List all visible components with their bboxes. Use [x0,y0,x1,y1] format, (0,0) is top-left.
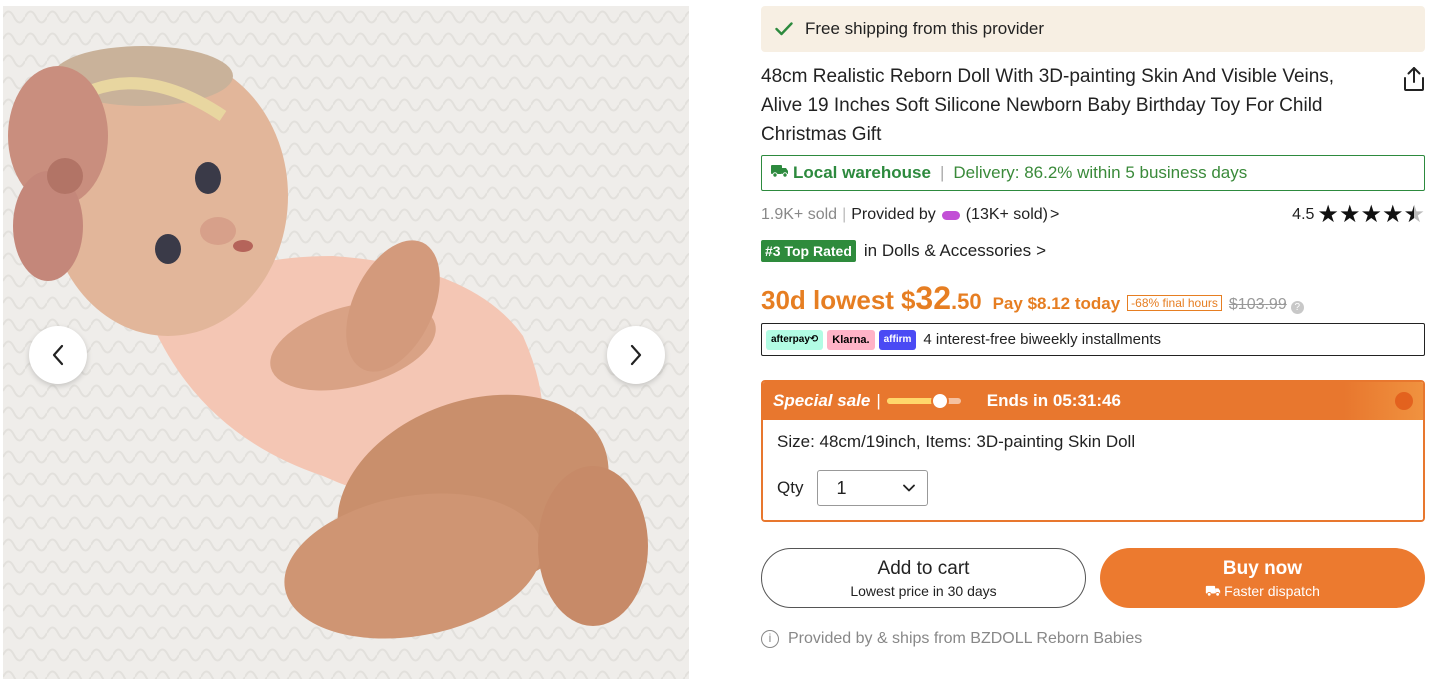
sale-decoration-icon [1395,392,1413,410]
quantity-row: Qty 1 [777,470,1409,506]
seller-logo[interactable] [941,210,960,220]
product-photo [3,6,689,679]
rating[interactable]: 4.5 ★ ★ ★ ★ ★ [1292,201,1425,228]
afterpay-logo: afterpay⟲ [766,329,824,350]
lowest-price-label: 30d lowest [761,285,894,315]
divider: | [939,163,945,182]
next-image-button[interactable] [607,326,665,384]
category-rank[interactable]: #3 Top Rated in Dolls & Accessories > [761,240,1425,262]
product-image-gallery[interactable] [3,6,689,679]
price-cents: .50 [951,289,982,314]
clock-icon [931,392,950,410]
buy-now-button[interactable]: Buy now Faster dispatch [1100,548,1425,608]
sale-options: Size: 48cm/19inch, Items: 3D-painting Sk… [763,420,1423,520]
check-icon [775,22,793,36]
pay-today: Pay $8.12 today [992,294,1121,313]
add-to-cart-button[interactable]: Add to cart Lowest price in 30 days [761,548,1086,608]
installments-text: 4 interest-free biweekly installments [923,331,1161,348]
discount-badge: -68% final hours [1127,295,1222,311]
rating-stars: ★ ★ ★ ★ ★ [1317,201,1425,228]
seller-sold-count[interactable]: (13K+ sold) [966,206,1048,224]
top-rated-badge: #3 Top Rated [761,240,856,262]
affirm-logo: affirm [878,329,917,350]
sales-meta-row: 1.9K+ sold | Provided by (13K+ sold) > 4… [761,201,1425,228]
add-to-cart-label: Add to cart [877,557,970,579]
delivery-estimate: Delivery: 86.2% within 5 business days [953,163,1248,182]
add-to-cart-sublabel: Lowest price in 30 days [850,582,997,599]
special-sale-box: Special sale | Ends in 05:31:46 Size: 48… [761,380,1425,522]
divider: | [876,391,881,410]
special-sale-header: Special sale | Ends in 05:31:46 [763,382,1423,420]
free-shipping-text: Free shipping from this provider [805,19,1045,38]
buy-now-sublabel-row: Faster dispatch [1205,583,1320,599]
rating-value: 4.5 [1292,206,1315,223]
truck-icon [1205,585,1221,597]
buy-now-label: Buy now [1222,557,1303,579]
seller-chevron-icon[interactable]: > [1050,206,1059,224]
sale-progress-bar [886,392,961,410]
chevron-left-icon [52,344,64,366]
provided-by-label: Provided by [851,206,936,223]
price-currency: $ [900,285,916,315]
qty-label: Qty [777,478,804,497]
original-price: $103.99 [1228,296,1287,313]
free-shipping-banner: Free shipping from this provider [761,6,1425,52]
product-info-panel: Free shipping from this provider 48cm Re… [761,6,1425,648]
star-icon: ★ [1338,201,1361,228]
product-title: 48cm Realistic Reborn Doll With 3D-paint… [761,66,1335,145]
star-icon: ★ [1317,201,1339,228]
local-warehouse-label: Local warehouse [793,163,931,182]
sold-count: 1.9K+ sold [761,206,838,223]
quantity-select[interactable]: 1 [817,470,929,506]
sale-countdown: Ends in 05:31:46 [986,391,1121,410]
star-icon: ★ [1360,201,1382,228]
info-icon: i [761,630,779,648]
buy-now-sublabel: Faster dispatch [1224,582,1320,599]
category-chevron-icon: > [1036,241,1047,260]
star-icon: ★ [1381,201,1404,228]
category-link[interactable]: in Dolls & Accessories [864,241,1031,261]
title-row: 48cm Realistic Reborn Doll With 3D-paint… [761,62,1425,149]
divider: | [842,206,847,223]
help-icon[interactable]: ? [1290,301,1304,314]
klarna-logo: Klarna. [827,329,875,350]
chevron-right-icon [630,344,642,366]
half-star-icon: ★ [1403,201,1425,228]
local-warehouse-box[interactable]: Local warehouse | Delivery: 86.2% within… [761,155,1425,191]
installments-box[interactable]: afterpay⟲ Klarna. affirm 4 interest-free… [761,323,1425,356]
price-integer: 32 [915,280,951,316]
purchase-buttons: Add to cart Lowest price in 30 days Buy … [761,548,1425,608]
provided-ships-text[interactable]: Provided by & ships from BZDOLL Reborn B… [788,630,1142,648]
chevron-down-icon [903,484,916,492]
previous-image-button[interactable] [29,326,87,384]
selected-variant[interactable]: Size: 48cm/19inch, Items: 3D-painting Sk… [777,432,1409,452]
special-sale-label: Special sale [773,391,871,410]
quantity-value: 1 [836,477,847,498]
seller-info-line: i Provided by & ships from BZDOLL Reborn… [761,630,1425,648]
price-row: 30d lowest $ 32 .50 Pay $8.12 today -68%… [761,280,1425,317]
truck-icon [770,163,789,183]
share-icon[interactable] [1403,66,1425,97]
